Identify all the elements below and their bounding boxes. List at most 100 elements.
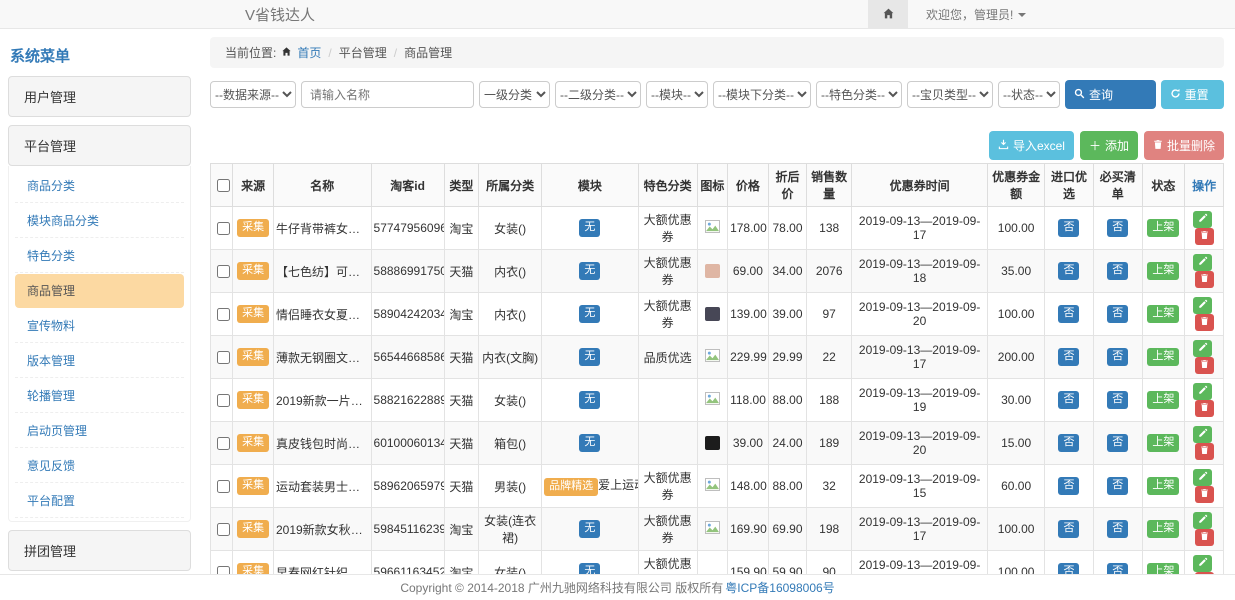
imported-badge[interactable]: 否 <box>1058 219 1079 236</box>
delete-button[interactable] <box>1195 314 1214 331</box>
module-badge: 品牌精选 <box>544 478 598 495</box>
coupon-time-cell: 2019-09-13—2019-09-18 <box>852 250 988 293</box>
row-checkbox[interactable] <box>217 437 230 450</box>
must-buy-badge[interactable]: 否 <box>1107 348 1128 365</box>
taoke-id-cell: 598451162391 <box>371 508 444 551</box>
row-checkbox-cell <box>211 336 233 379</box>
sidebar-subitem[interactable]: 特色分类 <box>15 239 184 273</box>
delete-button[interactable] <box>1195 271 1214 288</box>
imported-badge[interactable]: 否 <box>1058 348 1079 365</box>
imported-badge[interactable]: 否 <box>1058 391 1079 408</box>
type-cell: 天猫 <box>444 250 479 293</box>
select-all-checkbox[interactable] <box>217 179 230 192</box>
item-type-select[interactable]: --宝贝类型-- <box>907 81 993 108</box>
data-source-select[interactable]: --数据来源-- <box>210 81 296 108</box>
sidebar-subitem[interactable]: 宣传物料 <box>15 309 184 343</box>
discount-price-cell: 39.00 <box>768 293 807 336</box>
row-checkbox[interactable] <box>217 523 230 536</box>
edit-button[interactable] <box>1193 383 1212 400</box>
sidebar-subitem[interactable]: 平台配置 <box>15 484 184 518</box>
delete-button[interactable] <box>1195 357 1214 374</box>
status-badge[interactable]: 上架 <box>1147 262 1179 279</box>
broken-image-icon <box>705 523 720 537</box>
module-cell: 无 <box>542 207 639 250</box>
status-badge[interactable]: 上架 <box>1147 391 1179 408</box>
status-badge[interactable]: 上架 <box>1147 305 1179 322</box>
operations-cell <box>1185 508 1224 551</box>
sidebar-subitem[interactable]: 版本管理 <box>15 344 184 378</box>
feature-category-cell: 大额优惠券 <box>638 293 697 336</box>
level1-category-select[interactable]: 一级分类 <box>479 81 550 108</box>
status-badge[interactable]: 上架 <box>1147 219 1179 236</box>
level2-category-select[interactable]: --二级分类-- <box>555 81 641 108</box>
must-buy-badge[interactable]: 否 <box>1107 305 1128 322</box>
delete-button[interactable] <box>1195 443 1214 460</box>
import-excel-button[interactable]: 导入excel <box>989 131 1074 160</box>
imported-badge[interactable]: 否 <box>1058 520 1079 537</box>
sidebar-group[interactable]: 平台管理 <box>8 125 191 166</box>
edit-icon <box>1198 514 1208 527</box>
status-badge[interactable]: 上架 <box>1147 520 1179 537</box>
reset-button[interactable]: 重置 <box>1161 80 1224 109</box>
must-buy-badge[interactable]: 否 <box>1107 219 1128 236</box>
product-thumbnail <box>705 307 720 321</box>
module-cell: 无 <box>542 508 639 551</box>
edit-button[interactable] <box>1193 426 1212 443</box>
row-checkbox[interactable] <box>217 480 230 493</box>
delete-button[interactable] <box>1195 400 1214 417</box>
sidebar-group[interactable]: 拼团管理 <box>8 530 191 571</box>
must-buy-badge[interactable]: 否 <box>1107 262 1128 279</box>
delete-button[interactable] <box>1195 228 1214 245</box>
sidebar-subitem[interactable]: 模块商品分类 <box>15 204 184 238</box>
edit-button[interactable] <box>1193 512 1212 529</box>
add-button[interactable]: ＋ 添加 <box>1080 131 1138 160</box>
status-badge[interactable]: 上架 <box>1147 477 1179 494</box>
edit-button[interactable] <box>1193 254 1212 271</box>
module-select[interactable]: --模块-- <box>646 81 708 108</box>
edit-button[interactable] <box>1193 340 1212 357</box>
sidebar-subitem[interactable]: 商品管理 <box>15 274 184 308</box>
icon-cell <box>697 422 727 465</box>
sidebar-subitem[interactable]: 启动页管理 <box>15 414 184 448</box>
sidebar-group[interactable]: 用户管理 <box>8 76 191 117</box>
sidebar-subitem[interactable]: 轮播管理 <box>15 379 184 413</box>
imported-badge[interactable]: 否 <box>1058 262 1079 279</box>
icp-link[interactable]: 粤ICP备16098006号 <box>725 579 834 596</box>
batch-delete-button[interactable]: 批量删除 <box>1144 131 1224 160</box>
must-buy-badge[interactable]: 否 <box>1107 477 1128 494</box>
edit-button[interactable] <box>1193 211 1212 228</box>
row-checkbox[interactable] <box>217 308 230 321</box>
add-label: 添加 <box>1105 137 1129 154</box>
home-button[interactable] <box>868 0 908 29</box>
row-checkbox[interactable] <box>217 351 230 364</box>
row-checkbox[interactable] <box>217 222 230 235</box>
must-buy-badge[interactable]: 否 <box>1107 520 1128 537</box>
delete-button[interactable] <box>1195 529 1214 546</box>
breadcrumb-home-link[interactable]: 首页 <box>297 44 321 61</box>
delete-button[interactable] <box>1195 486 1214 503</box>
row-checkbox[interactable] <box>217 265 230 278</box>
sidebar-subitem[interactable]: 商品分类 <box>15 169 184 203</box>
status-badge[interactable]: 上架 <box>1147 434 1179 451</box>
edit-button[interactable] <box>1193 469 1212 486</box>
edit-button[interactable] <box>1193 555 1212 572</box>
must-buy-badge[interactable]: 否 <box>1107 434 1128 451</box>
imported-badge[interactable]: 否 <box>1058 305 1079 322</box>
imported-badge[interactable]: 否 <box>1058 477 1079 494</box>
breadcrumb-item: 商品管理 <box>404 44 452 61</box>
column-header: 优惠券金额 <box>988 164 1045 207</box>
module-subcategory-select[interactable]: --模块下分类-- <box>713 81 811 108</box>
must-buy-badge[interactable]: 否 <box>1107 391 1128 408</box>
sidebar-subitem[interactable]: 意见反馈 <box>15 449 184 483</box>
imported-badge[interactable]: 否 <box>1058 434 1079 451</box>
edit-button[interactable] <box>1193 297 1212 314</box>
search-button[interactable]: 查询 <box>1065 80 1156 109</box>
trash-icon <box>1153 139 1163 153</box>
type-cell: 天猫 <box>444 336 479 379</box>
user-menu[interactable]: 欢迎您，管理员! <box>926 6 1026 23</box>
feature-category-select[interactable]: --特色分类-- <box>816 81 902 108</box>
status-select[interactable]: --状态-- <box>998 81 1060 108</box>
name-input[interactable] <box>301 81 474 108</box>
status-badge[interactable]: 上架 <box>1147 348 1179 365</box>
row-checkbox[interactable] <box>217 394 230 407</box>
